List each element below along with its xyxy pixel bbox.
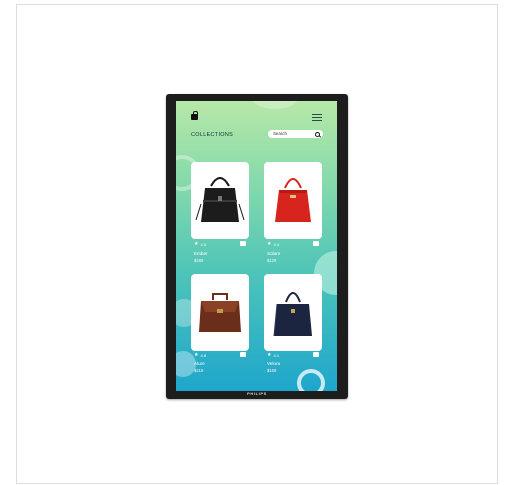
decor-bubble [176, 351, 196, 377]
product-card-ember[interactable] [191, 162, 249, 239]
product-rating: ★ 4.1 [267, 352, 280, 358]
handbag-image [195, 177, 245, 222]
handbag-image [199, 293, 241, 332]
kiosk-screen: COLLECTIONS Search ★ 4.5 Ember $189 ★ 4.4 … [176, 101, 337, 391]
product-card-solare[interactable] [264, 162, 322, 239]
product-rating: ★ 4.8 [194, 352, 207, 358]
add-to-cart-icon[interactable] [240, 241, 246, 246]
product-price: $189 [194, 258, 204, 263]
product-price: $219 [194, 368, 204, 373]
product-price: $129 [267, 258, 277, 263]
page-title: COLLECTIONS [191, 132, 234, 138]
add-to-cart-icon[interactable] [240, 352, 246, 357]
star-icon: ★ [267, 241, 272, 247]
product-name: Alure [194, 361, 205, 366]
product-name: Solare [267, 251, 281, 256]
product-name: Ember [194, 251, 208, 256]
product-name: Velora [267, 361, 281, 366]
product-card-alure[interactable] [191, 274, 249, 351]
product-card-velora[interactable] [264, 274, 322, 351]
monitor-brand-logo: PHILIPS [247, 391, 267, 396]
star-icon: ★ [194, 241, 199, 247]
handbag-image [275, 178, 311, 222]
search-input[interactable]: Search [268, 130, 323, 138]
handbag-image [273, 292, 312, 337]
decor-ring [297, 369, 325, 391]
product-price: $169 [267, 368, 277, 373]
add-to-cart-icon[interactable] [313, 352, 319, 357]
product-rating: ★ 4.4 [267, 241, 280, 247]
search-icon[interactable] [314, 131, 320, 137]
add-to-cart-icon[interactable] [313, 241, 319, 246]
shopping-bag-icon[interactable] [191, 111, 198, 120]
decor-bubble [252, 101, 298, 109]
product-rating: ★ 4.5 [194, 241, 207, 247]
star-icon: ★ [194, 352, 199, 358]
hamburger-menu-icon[interactable] [312, 114, 322, 121]
star-icon: ★ [267, 352, 272, 358]
